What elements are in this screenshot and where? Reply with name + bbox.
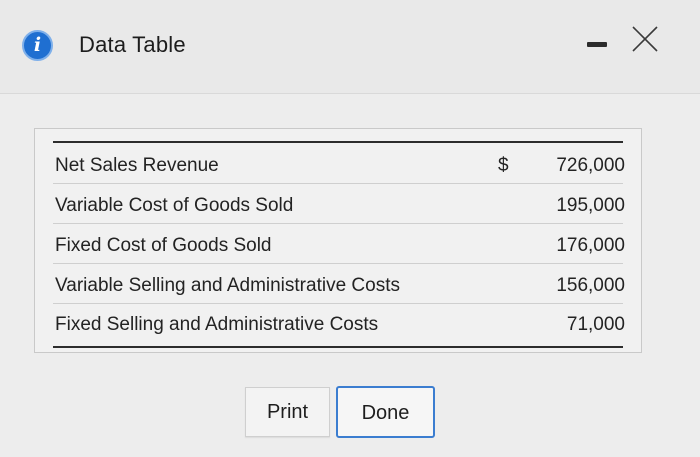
row-value: 71,000: [566, 314, 625, 335]
data-table-dialog: i Data Table Net Sales Revenue $ 726,000…: [0, 0, 700, 457]
minimize-icon: [587, 42, 607, 47]
table-top-rule: [53, 141, 623, 143]
row-label: Fixed Cost of Goods Sold: [55, 235, 272, 256]
minimize-button[interactable]: [584, 32, 612, 56]
close-button[interactable]: [628, 22, 662, 56]
dialog-title: Data Table: [79, 32, 186, 57]
print-button[interactable]: Print: [245, 387, 330, 437]
row-label: Fixed Selling and Administrative Costs: [55, 314, 379, 335]
row-value: 726,000: [556, 155, 625, 176]
data-table: Net Sales Revenue $ 726,000 Variable Cos…: [34, 128, 642, 353]
row-value: 156,000: [556, 275, 625, 296]
row-label: Net Sales Revenue: [55, 155, 219, 176]
done-button[interactable]: Done: [336, 386, 435, 438]
dialog-header: i Data Table: [0, 0, 700, 94]
row-value: 176,000: [556, 235, 625, 256]
table-row: Variable Selling and Administrative Cost…: [53, 268, 625, 304]
row-value: 195,000: [556, 195, 625, 216]
currency-symbol: $: [498, 155, 509, 176]
table-row: Fixed Cost of Goods Sold 176,000: [53, 228, 625, 264]
row-label: Variable Selling and Administrative Cost…: [55, 275, 400, 296]
info-icon: i: [22, 30, 53, 61]
close-icon: [632, 26, 658, 52]
table-row: Variable Cost of Goods Sold 195,000: [53, 188, 625, 224]
table-bottom-rule: [53, 346, 623, 348]
table-row: Fixed Selling and Administrative Costs 7…: [53, 307, 625, 343]
table-row: Net Sales Revenue $ 726,000: [53, 148, 625, 184]
row-label: Variable Cost of Goods Sold: [55, 195, 294, 216]
